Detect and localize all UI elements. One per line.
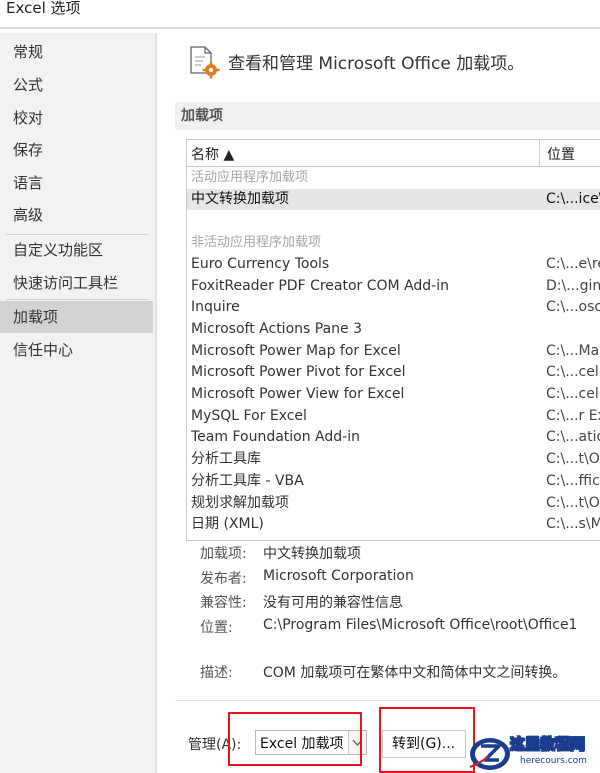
addin-name: 非活动应用程序加载项 — [191, 235, 322, 251]
highlight-box-goto — [379, 707, 475, 773]
addin-name: FoxitReader PDF Creator COM Add-in — [191, 277, 449, 294]
addin-name: 规划求解加载项 — [191, 494, 289, 511]
column-divider — [539, 140, 540, 166]
table-row[interactable]: 日期 (XML) C:\...s\M — [187, 514, 600, 536]
addin-name: 中文转换加载项 — [191, 190, 289, 207]
sidebar-item-general[interactable]: 常规 — [0, 36, 153, 68]
sidebar-item-customize-ribbon[interactable]: 自定义功能区 — [0, 234, 153, 266]
sidebar-item-formulas[interactable]: 公式 — [0, 69, 153, 101]
main-panel: 查看和管理 Microsoft Office 加载项。 加载项 名称 ▲ 位置 … — [160, 33, 600, 773]
addin-location: C:\...ffic — [546, 472, 600, 489]
addin-location: C:\...cel — [546, 386, 599, 402]
table-row[interactable]: Inquire C:\...osc — [187, 297, 600, 319]
table-row[interactable]: Microsoft Power Pivot for Excel C:\...cel — [187, 362, 600, 384]
table-spacer — [187, 210, 600, 232]
table-row[interactable]: Team Foundation Add-in C:\...atio — [187, 427, 600, 449]
watermark-title: 这里教程网 — [510, 735, 586, 754]
addin-location: C:\...t\O — [546, 494, 600, 511]
table-row[interactable]: Microsoft Power Map for Excel C:\...Ma — [187, 341, 600, 363]
addins-document-gear-icon — [187, 45, 221, 79]
detail-label: 兼容性: — [200, 595, 247, 611]
column-header-location[interactable]: 位置 — [547, 144, 575, 164]
addin-name: Euro Currency Tools — [191, 255, 330, 272]
detail-value: 没有可用的兼容性信息 — [263, 595, 403, 611]
sidebar-item-advanced[interactable]: 高级 — [0, 199, 153, 231]
addin-name: Inquire — [191, 299, 240, 316]
addin-location: C:\...osc — [546, 299, 600, 316]
sidebar: 常规 公式 校对 保存 语言 高级 自定义功能区 快速访问工具栏 加载项 信任中… — [0, 33, 157, 773]
addin-location: C:\...e\re — [546, 255, 600, 272]
addin-location: C:\...Ma — [546, 342, 600, 359]
addin-location: C:\...s\M — [546, 516, 600, 533]
detail-value: C:\Program Files\Microsoft Office\root\O… — [263, 617, 578, 633]
sidebar-item-quick-access-toolbar[interactable]: 快速访问工具栏 — [0, 267, 153, 299]
addin-location: C:\...t\O — [546, 451, 600, 468]
watermark-logo: 这里教程网 herecours.com — [466, 733, 600, 773]
detail-label: 位置: — [200, 620, 233, 636]
watermark-url: herecours.com — [520, 756, 587, 766]
detail-label: 描述: — [200, 665, 233, 681]
table-row[interactable]: Microsoft Actions Pane 3 — [187, 319, 600, 341]
addin-name: 日期 (XML) — [191, 516, 264, 533]
sidebar-divider — [6, 299, 148, 300]
addin-location: C:\...r Ex — [546, 407, 600, 424]
table-row[interactable]: 中文转换加载项 C:\...ice\ — [187, 188, 600, 211]
table-header: 名称 ▲ 位置 — [187, 140, 600, 167]
detail-value: COM 加载项可在繁体中文和简体中文之间转换。 — [263, 665, 567, 681]
addin-name: Microsoft Power Pivot for Excel — [191, 364, 406, 381]
table-row[interactable]: 分析工具库 - VBA C:\...ffic — [187, 471, 600, 493]
column-header-name[interactable]: 名称 ▲ — [191, 144, 234, 164]
table-row[interactable]: 规划求解加载项 C:\...t\O — [187, 493, 600, 515]
detail-value: Microsoft Corporation — [263, 568, 414, 584]
addin-location: C:\...atio — [546, 429, 600, 446]
sidebar-item-proofing[interactable]: 校对 — [0, 102, 153, 134]
sidebar-item-addins[interactable]: 加载项 — [0, 301, 153, 333]
sidebar-item-save[interactable]: 保存 — [0, 134, 153, 166]
sidebar-item-language[interactable]: 语言 — [0, 167, 153, 199]
detail-value: 中文转换加载项 — [263, 546, 361, 562]
addin-name: Microsoft Power View for Excel — [191, 386, 405, 402]
addin-name: MySQL For Excel — [191, 407, 307, 424]
addin-name: 分析工具库 - VBA — [191, 472, 304, 489]
table-row[interactable]: Euro Currency Tools C:\...e\re — [187, 254, 600, 276]
table-row[interactable]: FoxitReader PDF Creator COM Add-in D:\...… — [187, 276, 600, 298]
section-title-addins: 加载项 — [175, 102, 600, 130]
table-row[interactable]: MySQL For Excel C:\...r Ex — [187, 406, 600, 428]
highlight-box-manage — [228, 712, 362, 766]
addin-location: C:\...cel — [546, 364, 599, 381]
detail-label: 发布者: — [200, 571, 247, 587]
sidebar-item-trust-center[interactable]: 信任中心 — [0, 334, 153, 366]
addin-name: Team Foundation Add-in — [191, 429, 360, 446]
watermark-z-icon — [469, 738, 510, 770]
detail-label: 加载项: — [200, 546, 247, 562]
table-row[interactable]: Microsoft Power View for Excel C:\...cel — [187, 384, 600, 406]
window-title: Excel 选项 — [6, 0, 81, 17]
title-bar: Excel 选项 — [0, 0, 600, 27]
bottom-divider — [175, 700, 600, 701]
addin-name: Microsoft Actions Pane 3 — [191, 320, 362, 337]
addins-table[interactable]: 名称 ▲ 位置 活动应用程序加载项 中文转换加载项 C:\...ice\ 非活动应用程… — [186, 139, 600, 541]
title-divider — [0, 27, 600, 29]
page-heading: 查看和管理 Microsoft Office 加载项。 — [228, 54, 525, 74]
addin-location: D:\...gin — [546, 277, 600, 294]
addin-location: C:\...ice\ — [546, 190, 600, 207]
table-group-header: 活动应用程序加载项 — [187, 167, 600, 189]
excel-options-dialog: Excel 选项 常规 公式 校对 保存 语言 高级 自定义功能区 快速访问工具… — [0, 0, 600, 773]
addin-name: 活动应用程序加载项 — [191, 170, 309, 185]
table-group-header: 非活动应用程序加载项 — [187, 232, 600, 254]
addin-name: Microsoft Power Map for Excel — [191, 342, 401, 359]
table-row[interactable]: 分析工具库 C:\...t\O — [187, 449, 600, 471]
addin-name: 分析工具库 — [191, 451, 261, 468]
